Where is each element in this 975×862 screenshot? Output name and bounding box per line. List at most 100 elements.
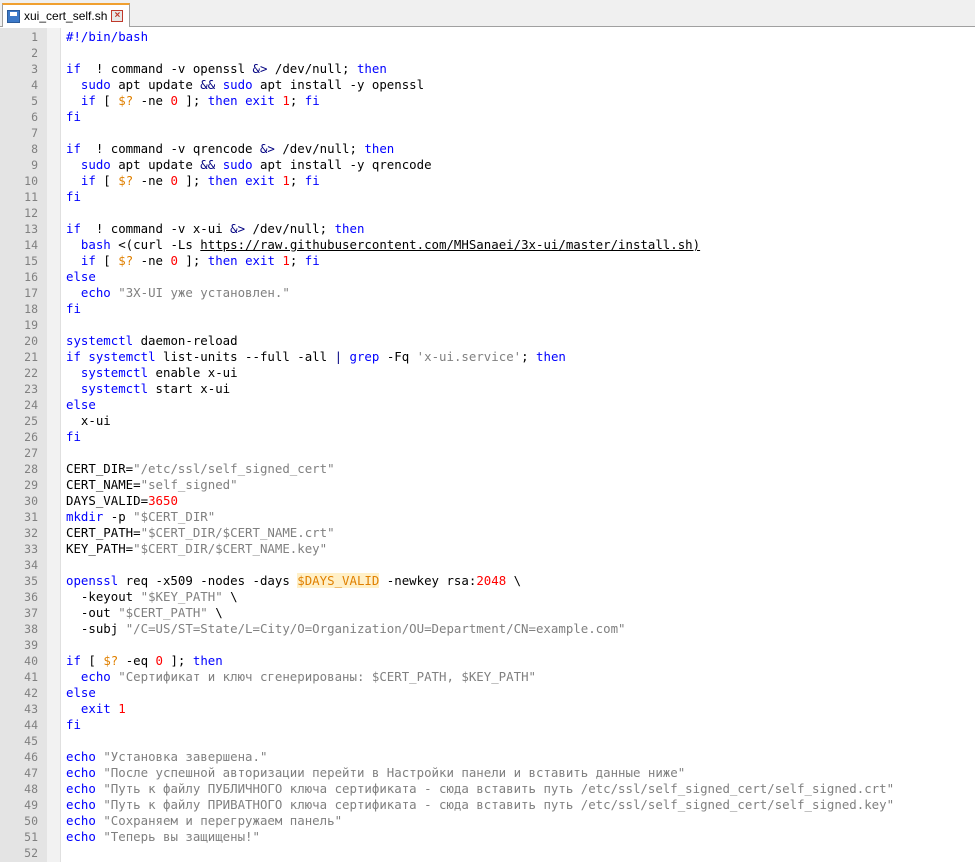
line-number: 26: [24, 430, 38, 444]
code-token: |: [334, 349, 343, 364]
code-line[interactable]: 26 fi: [0, 429, 975, 445]
code-line[interactable]: 28 CERT_DIR="/etc/ssl/self_signed_cert": [0, 461, 975, 477]
code-line[interactable]: 3 if ! command -v openssl &> /dev/null; t…: [0, 61, 975, 77]
line-number: 32: [24, 526, 38, 540]
line-number: 12: [24, 206, 38, 220]
code-token: "Сохраняем и перегружаем панель": [103, 813, 343, 828]
code-line[interactable]: 5 if [ $? -ne 0 ]; then exit 1; fi: [0, 93, 975, 109]
line-code: if [ $? -ne 0 ]; then exit 1; fi: [66, 173, 320, 189]
code-line[interactable]: 12: [0, 205, 975, 221]
tab-file[interactable]: xui_cert_self.sh ×: [2, 3, 131, 27]
code-line[interactable]: 21 if systemctl list-units --full -all | …: [0, 349, 975, 365]
code-token: systemctl: [88, 349, 156, 364]
code-line[interactable]: 15 if [ $? -ne 0 ]; then exit 1; fi: [0, 253, 975, 269]
code-line[interactable]: 24 else: [0, 397, 975, 413]
code-line[interactable]: 8 if ! command -v qrencode &> /dev/null; …: [0, 141, 975, 157]
line-number: 19: [24, 318, 38, 332]
code-token: /dev/null;: [245, 221, 335, 236]
code-line[interactable]: 2: [0, 45, 975, 61]
code-token: echo: [66, 829, 96, 844]
code-token[interactable]: https://raw.githubusercontent.com/MHSana…: [200, 237, 700, 252]
line-number: 41: [24, 670, 38, 684]
line-number: 22: [24, 366, 38, 380]
code-line[interactable]: 16 else: [0, 269, 975, 285]
code-line[interactable]: 19: [0, 317, 975, 333]
line-code: echo "Теперь вы защищены!": [66, 829, 260, 845]
line-number: 38: [24, 622, 38, 636]
code-line[interactable]: 14 bash <(curl -Ls https://raw.githubuse…: [0, 237, 975, 253]
code-line[interactable]: 13 if ! command -v x-ui &> /dev/null; the…: [0, 221, 975, 237]
close-icon[interactable]: ×: [111, 10, 124, 22]
code-token: 1: [282, 253, 290, 268]
code-line[interactable]: 23 systemctl start x-ui: [0, 381, 975, 397]
code-line[interactable]: 41 echo "Сертификат и ключ сгенерированы…: [0, 669, 975, 685]
code-line[interactable]: 17 echo "3X-UI уже установлен.": [0, 285, 975, 301]
code-line[interactable]: 6 fi: [0, 109, 975, 125]
line-code: KEY_PATH="$CERT_DIR/$CERT_NAME.key": [66, 541, 327, 557]
code-token: &&: [200, 157, 216, 172]
code-line[interactable]: 29 CERT_NAME="self_signed": [0, 477, 975, 493]
line-number: 49: [24, 798, 38, 812]
code-line[interactable]: 51 echo "Теперь вы защищены!": [0, 829, 975, 845]
code-line[interactable]: 33 KEY_PATH="$CERT_DIR/$CERT_NAME.key": [0, 541, 975, 557]
code-line[interactable]: 30 DAYS_VALID=3650: [0, 493, 975, 509]
code-token: if: [66, 221, 81, 236]
code-token: if: [66, 653, 81, 668]
code-line[interactable]: 47 echo "После успешной авторизации перей…: [0, 765, 975, 781]
code-line[interactable]: 35 openssl req -x509 -nodes -days $DAYS_V…: [0, 573, 975, 589]
code-line[interactable]: 32 CERT_PATH="$CERT_DIR/$CERT_NAME.crt": [0, 525, 975, 541]
code-token: ;: [289, 93, 305, 108]
line-number: 39: [24, 638, 38, 652]
code-token: grep: [349, 349, 380, 364]
code-line[interactable]: 10 if [ $? -ne 0 ]; then exit 1; fi: [0, 173, 975, 189]
line-code: if ! command -v qrencode &> /dev/null; t…: [66, 141, 394, 157]
code-line[interactable]: 40 if [ $? -eq 0 ]; then: [0, 653, 975, 669]
line-number: 17: [24, 286, 38, 300]
code-line[interactable]: 11 fi: [0, 189, 975, 205]
code-line[interactable]: 25 x-ui: [0, 413, 975, 429]
code-line[interactable]: 22 systemctl enable x-ui: [0, 365, 975, 381]
code-line[interactable]: 36 -keyout "$KEY_PATH" \: [0, 589, 975, 605]
code-token: CERT_DIR=: [66, 461, 134, 476]
code-line[interactable]: 1 #!/bin/bash: [0, 29, 975, 45]
code-line[interactable]: 4 sudo apt update && sudo apt install -y…: [0, 77, 975, 93]
code-token: if: [80, 93, 96, 108]
code-line[interactable]: 50 echo "Сохраняем и перегружаем панель": [0, 813, 975, 829]
code-line[interactable]: 34: [0, 557, 975, 573]
code-line[interactable]: 45: [0, 733, 975, 749]
code-token: exit: [80, 701, 111, 716]
code-line[interactable]: 37 -out "$CERT_PATH" \: [0, 605, 975, 621]
code-token: "$CERT_DIR/$CERT_NAME.key": [133, 541, 328, 556]
code-line[interactable]: 52: [0, 845, 975, 861]
code-token: \: [207, 605, 223, 620]
editor-pane[interactable]: 1 #!/bin/bash 2 3 if ! command -v openssl &>…: [0, 28, 975, 862]
code-token: ];: [177, 173, 208, 188]
line-number: 50: [24, 814, 38, 828]
code-line[interactable]: 9 sudo apt update && sudo apt install -y…: [0, 157, 975, 173]
code-lines[interactable]: 1 #!/bin/bash 2 3 if ! command -v openssl &>…: [0, 29, 975, 861]
code-line[interactable]: 18 fi: [0, 301, 975, 317]
code-line[interactable]: 38 -subj "/C=US/ST=State/L=City/O=Organi…: [0, 621, 975, 637]
code-line[interactable]: 20 systemctl daemon-reload: [0, 333, 975, 349]
code-line[interactable]: 31 mkdir -p "$CERT_DIR": [0, 509, 975, 525]
code-line[interactable]: 43 exit 1: [0, 701, 975, 717]
code-token: echo: [80, 285, 111, 300]
code-line[interactable]: 27: [0, 445, 975, 461]
code-line[interactable]: 39: [0, 637, 975, 653]
code-token: <(curl -Ls: [110, 237, 201, 252]
line-number: 4: [31, 78, 38, 92]
code-line[interactable]: 48 echo "Путь к файлу ПУБЛИЧНОГО ключа се…: [0, 781, 975, 797]
code-line[interactable]: 49 echo "Путь к файлу ПРИВАТНОГО ключа се…: [0, 797, 975, 813]
code-line[interactable]: 42 else: [0, 685, 975, 701]
line-number: 24: [24, 398, 38, 412]
line-code: fi: [66, 429, 81, 445]
code-token: \: [506, 573, 522, 588]
line-code: sudo apt update && sudo apt install -y q…: [66, 157, 432, 173]
code-line[interactable]: 44 fi: [0, 717, 975, 733]
code-line[interactable]: 7: [0, 125, 975, 141]
code-line[interactable]: 46 echo "Установка завершена.": [0, 749, 975, 765]
code-token: 0: [170, 253, 178, 268]
